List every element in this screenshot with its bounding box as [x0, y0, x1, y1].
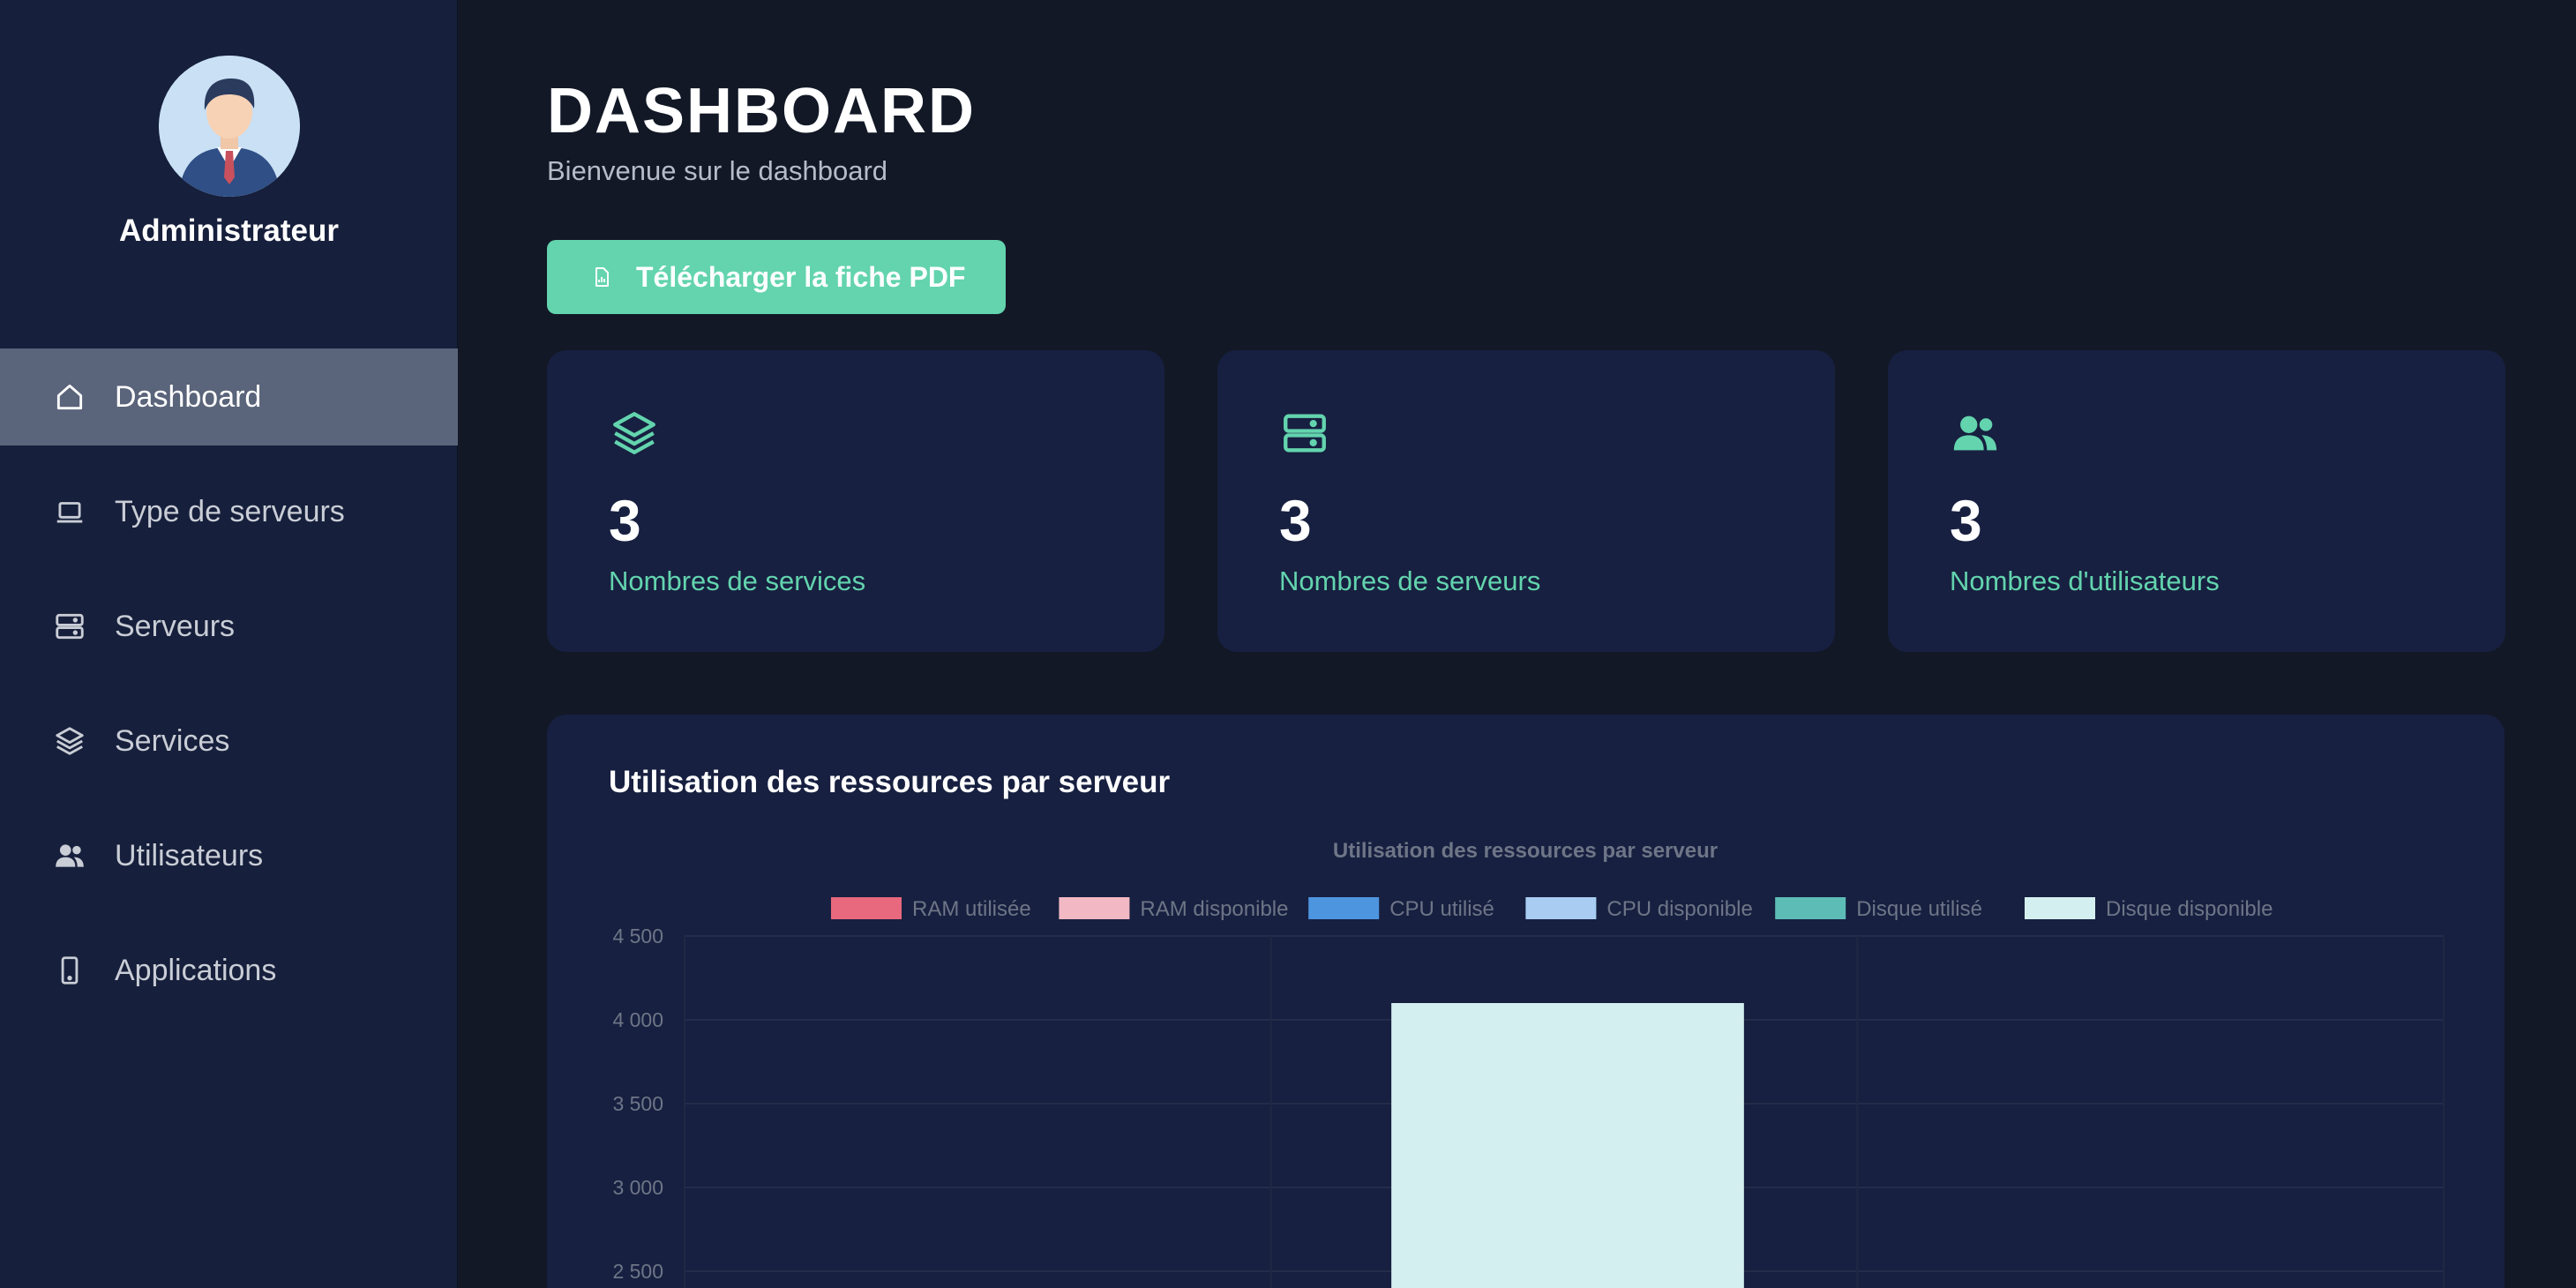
- legend-swatch: [1059, 897, 1130, 919]
- sidebar-item-label: Utilisateurs: [115, 838, 264, 872]
- layers-icon: [53, 724, 86, 758]
- sidebar-item-serveurs[interactable]: Serveurs: [0, 578, 458, 675]
- y-tick-label: 3 000: [612, 1176, 663, 1199]
- download-pdf-button[interactable]: Télécharger la fiche PDF: [547, 240, 1006, 314]
- legend-label: CPU disponible: [1606, 897, 1752, 921]
- page-title: DASHBOARD: [547, 76, 976, 146]
- sidebar-item-label: Serveurs: [115, 609, 236, 643]
- main-content: DASHBOARD Bienvenue sur le dashboard Tél…: [458, 0, 2576, 1288]
- stat-card-utilisateurs: 3 Nombres d'utilisateurs: [1888, 350, 2505, 652]
- legend-label: Disque utilisé: [1856, 897, 1982, 921]
- sidebar: Administrateur Dashboard Type de serveur…: [0, 0, 458, 1288]
- legend-label: Disque disponible: [2106, 897, 2273, 921]
- stat-card-services: 3 Nombres de services: [547, 350, 1164, 652]
- resource-usage-chart: Utilisation des ressources par serveur RA…: [612, 839, 2445, 1288]
- sidebar-item-services[interactable]: Services: [0, 693, 458, 790]
- avatar: [159, 56, 300, 197]
- users-icon: [53, 839, 86, 872]
- server-icon: [1279, 408, 1330, 459]
- home-icon: [53, 380, 86, 414]
- sidebar-item-label: Dashboard: [115, 379, 262, 414]
- sidebar-item-dashboard[interactable]: Dashboard: [0, 348, 458, 446]
- server-icon: [53, 610, 86, 643]
- sidebar-item-utilisateurs[interactable]: Utilisateurs: [0, 807, 458, 904]
- stat-value: 3: [609, 488, 641, 553]
- stat-label: Nombres de serveurs: [1279, 565, 1541, 596]
- y-tick-label: 4 000: [612, 1008, 663, 1031]
- legend-label: CPU utilisé: [1389, 897, 1494, 921]
- legend-label: RAM disponible: [1140, 897, 1288, 921]
- stat-label: Nombres de services: [609, 565, 866, 596]
- y-tick-label: 4 500: [612, 925, 663, 947]
- stat-label: Nombres d'utilisateurs: [1950, 565, 2220, 596]
- download-pdf-label: Télécharger la fiche PDF: [636, 260, 966, 293]
- y-tick-label: 3 500: [612, 1092, 663, 1115]
- admin-name: Administrateur: [119, 213, 339, 248]
- y-tick-label: 2 500: [612, 1260, 663, 1283]
- user-avatar-icon: [159, 56, 300, 197]
- legend-swatch: [831, 897, 902, 919]
- file-chart-icon: [591, 266, 612, 288]
- sidebar-item-type-de-serveurs[interactable]: Type de serveurs: [0, 463, 458, 560]
- layers-icon: [609, 408, 660, 459]
- legend-swatch: [1525, 897, 1597, 919]
- legend-swatch: [1775, 897, 1846, 919]
- sidebar-nav: Dashboard Type de serveurs Serveurs Serv…: [0, 348, 458, 1037]
- users-icon: [1950, 408, 2001, 459]
- mobile-icon: [53, 954, 86, 987]
- laptop-icon: [53, 495, 86, 528]
- legend-swatch: [1308, 897, 1380, 919]
- sidebar-item-label: Applications: [115, 953, 277, 987]
- legend-swatch: [2025, 897, 2095, 919]
- legend-label: RAM utilisée: [912, 897, 1031, 921]
- sidebar-item-label: Services: [115, 723, 230, 758]
- stat-card-serveurs: 3 Nombres de serveurs: [1217, 350, 1835, 652]
- chart-title: Utilisation des ressources par serveur: [1333, 839, 1718, 863]
- app-root: Administrateur Dashboard Type de serveur…: [0, 0, 2576, 1288]
- resource-chart-card: Utilisation des ressources par serveur U…: [547, 715, 2505, 1288]
- stat-value: 3: [1279, 488, 1312, 553]
- stat-value: 3: [1950, 488, 1982, 553]
- sidebar-item-applications[interactable]: Applications: [0, 922, 458, 1019]
- chart-bar: [1391, 1003, 1744, 1288]
- sidebar-item-label: Type de serveurs: [115, 494, 345, 528]
- page-subtitle: Bienvenue sur le dashboard: [547, 155, 888, 186]
